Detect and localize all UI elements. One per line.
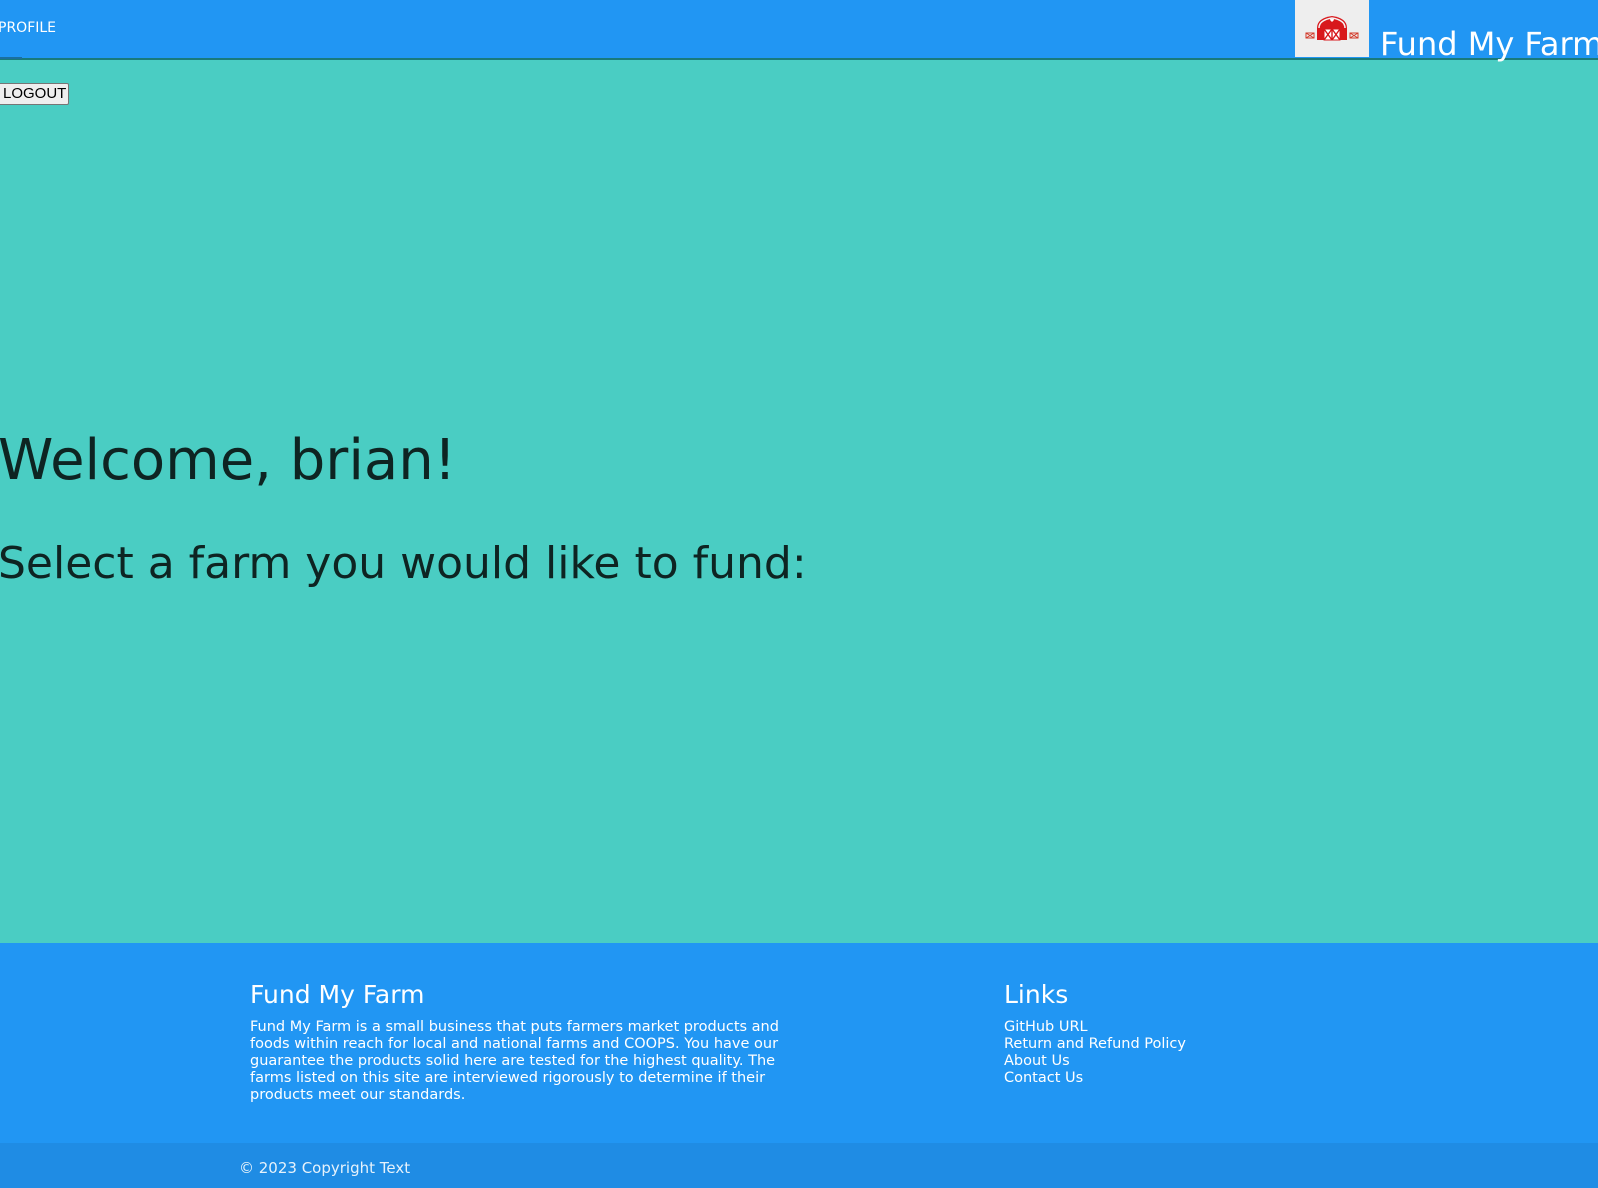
footer-links-heading: Links <box>1004 980 1069 1009</box>
footer: Fund My Farm Fund My Farm is a small bus… <box>0 943 1598 1143</box>
about-us-link[interactable]: About Us <box>1004 1053 1070 1069</box>
footer-link-list: GitHub URL Return and Refund Policy Abou… <box>1004 1019 1324 1087</box>
footer-about-text: Fund My Farm is a small business that pu… <box>250 1019 779 1103</box>
list-item: About Us <box>1004 1053 1324 1070</box>
refund-policy-link[interactable]: Return and Refund Policy <box>1004 1036 1186 1052</box>
brand-title: Fund My Farm <box>1380 25 1598 63</box>
nav-profile-link[interactable]: PROFILE <box>0 20 56 36</box>
github-url-link[interactable]: GitHub URL <box>1004 1019 1088 1035</box>
footer-links-section: Links GitHub URL Return and Refund Polic… <box>1004 979 1324 1087</box>
list-item: GitHub URL <box>1004 1019 1324 1036</box>
barn-icon <box>1305 15 1359 40</box>
copyright-bar: © 2023 Copyright Text <box>0 1143 1598 1188</box>
list-item: Return and Refund Policy <box>1004 1036 1324 1053</box>
logout-button[interactable]: LOGOUT <box>0 83 70 105</box>
logo[interactable] <box>1295 0 1369 57</box>
top-navbar: PROFILE Fund My Farm <box>0 0 1598 63</box>
contact-us-link[interactable]: Contact Us <box>1004 1070 1083 1086</box>
footer-about-heading: Fund My Farm <box>250 980 425 1009</box>
welcome-heading: Welcome, brian! <box>0 428 457 493</box>
copyright-text: © 2023 Copyright Text <box>239 1159 411 1177</box>
list-item: Contact Us <box>1004 1070 1324 1087</box>
footer-about-section: Fund My Farm Fund My Farm is a small bus… <box>250 979 790 1104</box>
nav-active-indicator <box>0 57 22 59</box>
select-farm-prompt: Select a farm you would like to fund: <box>0 538 807 589</box>
